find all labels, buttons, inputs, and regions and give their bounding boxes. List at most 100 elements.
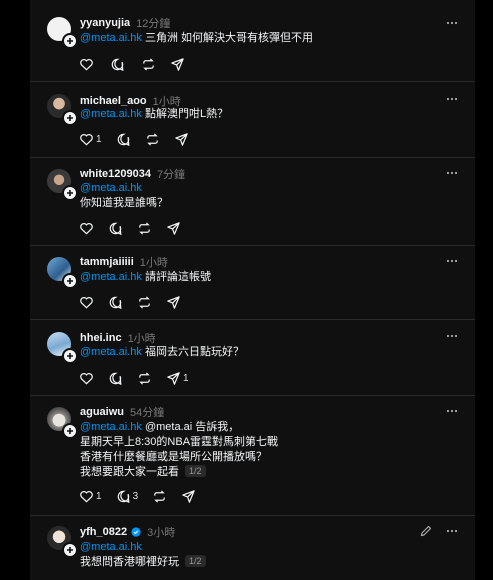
follow-plus-icon[interactable] [62, 542, 78, 558]
repost-icon [143, 57, 154, 71]
follow-plus-icon[interactable] [62, 185, 78, 201]
follow-plus-icon[interactable] [62, 423, 78, 439]
post: michael_aoo 1小時 @meta.ai.hk 點解澳門咁L熱？ 1 [30, 82, 475, 158]
share-button[interactable] [166, 295, 181, 310]
more-options-icon[interactable] [445, 254, 459, 268]
more-options-icon[interactable] [445, 404, 459, 418]
repost-icon [139, 295, 150, 309]
repost-icon [139, 221, 150, 235]
comment-icon [109, 296, 122, 309]
follow-plus-icon[interactable] [62, 348, 78, 364]
follow-plus-icon[interactable] [62, 33, 78, 49]
username[interactable]: michael_aoo [80, 95, 147, 107]
send-icon [171, 57, 184, 71]
heart-icon [80, 490, 93, 503]
more-options-icon[interactable] [445, 16, 459, 30]
like-button[interactable] [79, 371, 94, 386]
post-text: @meta.ai.hk [80, 181, 450, 196]
threads-feed: yyanyujia 12分鐘 @meta.ai.hk 三角洲 如何解決大哥有核彈… [30, 0, 475, 580]
comment-button[interactable] [108, 371, 123, 386]
repost-icon [146, 132, 158, 146]
post-text: @meta.ai.hk 福岡去六日點玩好？ [80, 346, 244, 358]
like-button[interactable] [79, 295, 94, 310]
like-button[interactable]: 1 [79, 489, 102, 504]
username[interactable]: yyanyujia [80, 17, 130, 29]
heart-icon [80, 133, 93, 146]
comment-icon [111, 58, 124, 71]
follow-plus-icon[interactable] [62, 273, 78, 289]
share-button[interactable] [174, 132, 189, 147]
post: yyanyujia 12分鐘 @meta.ai.hk 三角洲 如何解決大哥有核彈… [30, 0, 475, 82]
comment-button[interactable]: 3 [116, 489, 139, 504]
post-text: 我想要跟大家一起看 1/2 [80, 465, 450, 480]
comment-icon [109, 222, 122, 235]
like-count: 1 [96, 490, 102, 502]
username[interactable]: hhei.inc [80, 332, 122, 344]
mention-link[interactable]: @meta.ai.hk [80, 271, 142, 283]
like-button[interactable] [79, 221, 94, 236]
comment-button[interactable] [108, 295, 123, 310]
repost-button[interactable] [137, 371, 152, 386]
repost-icon [139, 371, 150, 385]
post-text: 香港有什麼餐廳或是場所公開播放嗎？ [80, 451, 267, 463]
mention-link[interactable]: @meta.ai.hk [80, 182, 142, 194]
share-button[interactable]: 1 [166, 371, 189, 386]
timestamp: 54分鐘 [130, 407, 165, 419]
more-options-icon[interactable] [445, 329, 459, 343]
post: hhei.inc 1小時 @meta.ai.hk 福岡去六日點玩好？ 1 [30, 320, 475, 396]
username[interactable]: tammjaiiiii [80, 256, 134, 268]
mention-link[interactable]: @meta.ai.hk [80, 32, 142, 44]
username[interactable]: white1209034 [80, 168, 151, 180]
username[interactable]: aguaiwu [80, 406, 124, 418]
comment-button[interactable] [116, 132, 131, 147]
repost-button[interactable] [137, 221, 152, 236]
timestamp: 1小時 [127, 333, 156, 345]
mention-link[interactable]: @meta.ai.hk [80, 421, 142, 433]
share-button[interactable] [170, 57, 187, 72]
share-button[interactable] [181, 489, 196, 504]
repost-icon [154, 489, 165, 503]
heart-icon [80, 296, 93, 309]
repost-button[interactable] [141, 57, 156, 72]
mention-link[interactable]: @meta.ai.hk [80, 541, 142, 553]
comment-button[interactable] [108, 221, 123, 236]
post-text: @meta.ai.hk [80, 540, 450, 555]
mention-link[interactable]: @meta.ai.hk [80, 108, 142, 120]
more-options-icon[interactable] [445, 166, 459, 180]
heart-icon [80, 222, 93, 235]
like-button[interactable]: 1 [79, 132, 102, 147]
page-indicator: 1/2 [185, 465, 206, 477]
send-icon [167, 371, 180, 385]
send-icon [182, 489, 195, 503]
repost-button[interactable] [152, 489, 167, 504]
heart-icon [80, 58, 93, 71]
more-options-icon[interactable] [445, 524, 459, 538]
share-count: 1 [183, 372, 189, 384]
mention-link[interactable]: @meta.ai.hk [80, 346, 142, 358]
timestamp: 3小時 [147, 527, 176, 539]
share-button[interactable] [166, 221, 181, 236]
post: tammjaiiiii 1小時 @meta.ai.hk 請評論這帳號 [30, 246, 475, 320]
like-button[interactable] [79, 57, 96, 72]
post-text: 星期天早上8:30的NBA雷霆對馬刺第七戰 [80, 436, 279, 448]
post-text: @meta.ai.hk 請評論這帳號 [80, 271, 211, 283]
post: yfh_0822 3小時 @meta.ai.hk 我想問香港哪裡好玩 1/2 [30, 516, 475, 580]
post-text: @meta.ai.hk @meta.ai 告訴我， [80, 421, 240, 433]
more-options-icon[interactable] [445, 92, 459, 106]
comment-button[interactable] [110, 57, 127, 72]
username[interactable]: yfh_0822 [80, 526, 127, 538]
repost-button[interactable] [137, 295, 152, 310]
timestamp: 1小時 [139, 257, 168, 269]
post-text: 我想問香港哪裡好玩 1/2 [80, 555, 450, 570]
post-text: @meta.ai.hk 三角洲 如何解決大哥有核彈但不用 [80, 32, 314, 44]
edit-pencil-icon[interactable] [419, 524, 433, 538]
timestamp: 7分鐘 [156, 169, 186, 181]
verified-badge-icon [131, 527, 141, 537]
comment-icon [109, 372, 122, 385]
comment-icon [117, 133, 130, 146]
repost-button[interactable] [145, 132, 160, 147]
post-text: 你知道我是誰嗎？ [80, 197, 168, 209]
follow-plus-icon[interactable] [62, 110, 78, 126]
comment-count: 3 [132, 490, 139, 502]
post: aguaiwu 54分鐘 @meta.ai.hk @meta.ai 告訴我， 星… [30, 396, 475, 516]
